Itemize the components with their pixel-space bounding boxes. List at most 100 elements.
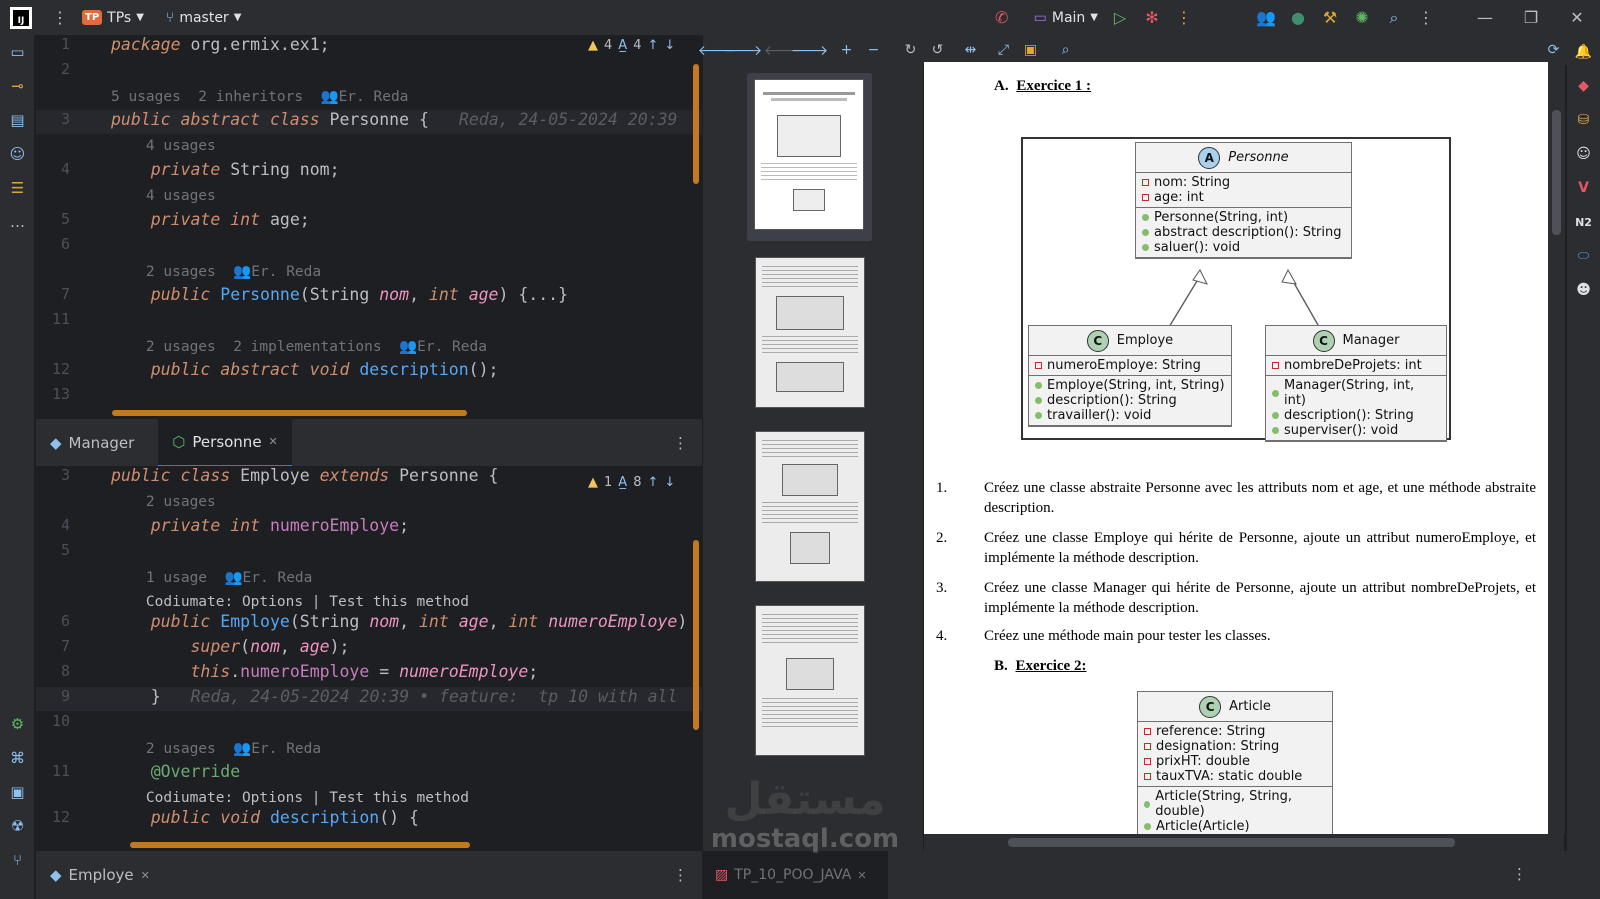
rotate-cw-icon[interactable]: ↻	[897, 35, 924, 65]
code-line[interactable]: 4 private String nom;	[36, 160, 702, 184]
fit-width-icon[interactable]: ⇹	[957, 35, 984, 65]
more-actions-icon[interactable]: ⋮	[1168, 0, 1200, 35]
ai-assistant-icon[interactable]: ✺	[1346, 0, 1378, 35]
n2-icon[interactable]: N2	[1567, 205, 1600, 239]
code-line[interactable]: 2	[36, 60, 702, 84]
editor2-hscrollbar[interactable]	[130, 842, 470, 848]
usages-hint[interactable]: 4 usages	[111, 138, 216, 154]
code-with-me-icon[interactable]: 👥	[1250, 0, 1282, 35]
code-line[interactable]: 8 this.numeroEmploye = numeroEmploye;	[36, 662, 702, 686]
tab-options-icon[interactable]: ⋮	[659, 851, 702, 899]
code-line[interactable]: 4 private int numeroEmploye;	[36, 516, 702, 540]
usages-hint[interactable]: 4 usages	[111, 188, 216, 204]
zoom-in-icon[interactable]: +	[833, 35, 860, 65]
git-icon[interactable]: ⑂	[0, 843, 35, 877]
close-tab-icon[interactable]: ✕	[141, 869, 150, 882]
thumbnail-page-3[interactable]	[755, 431, 865, 582]
ai-chat-icon[interactable]: ☺	[0, 137, 35, 171]
code-line[interactable]: 7 public Personne(String nom, int age) {…	[36, 285, 702, 309]
tab-pdf[interactable]: ▨ TP_10_POO_JAVA ✕	[703, 851, 888, 899]
codiumate-hint[interactable]: Codiumate: Options | Test this method	[111, 790, 469, 806]
plugins-icon[interactable]: ⚙	[0, 707, 35, 741]
close-icon[interactable]: ✕	[1554, 0, 1600, 35]
tab-personne[interactable]: ⬡ Personne ✕	[158, 418, 292, 467]
ai-icon[interactable]: ☺	[1567, 137, 1600, 171]
code-line[interactable]: 9 } Reda, 24-05-2024 20:39 • feature: tp …	[36, 687, 702, 711]
usages-hint[interactable]: 1 usage 👥Er. Reda	[111, 569, 312, 586]
usages-hint[interactable]: 2 usages	[111, 494, 216, 510]
project-icon[interactable]: ▭	[0, 35, 35, 69]
tab-options-icon[interactable]: ⋮	[659, 419, 702, 467]
thumbnail-page-4[interactable]	[755, 605, 865, 756]
thumbnail-page-1[interactable]	[754, 79, 864, 230]
status-dot-icon[interactable]: ●	[1282, 0, 1314, 35]
code-line[interactable]: 5 private int age;	[36, 210, 702, 234]
run-config-selector[interactable]: ▭ Main ▼	[1028, 0, 1104, 35]
pull-requests-icon[interactable]: ▤	[0, 103, 35, 137]
build-tools-icon[interactable]: ⚒	[1314, 0, 1346, 35]
intellij-logo-icon[interactable]: IJ	[10, 6, 32, 29]
code-line[interactable]: 12 public void description() {	[36, 808, 702, 832]
code-line[interactable]: 10	[36, 712, 702, 736]
thumbnail-page-2[interactable]	[755, 257, 865, 408]
pdf-vertical-scrollbar[interactable]	[1548, 62, 1565, 834]
main-menu-icon[interactable]: ⋮	[44, 0, 76, 35]
plugin-red-icon[interactable]: ◆	[1567, 69, 1600, 103]
tab-manager[interactable]: ◆ Manager	[36, 419, 148, 467]
code-line[interactable]: 3 public abstract class Personne {Reda, 2…	[36, 110, 702, 134]
debug-icon[interactable]: ✻	[1136, 0, 1168, 35]
pdf-search-icon[interactable]: ⌕	[1052, 35, 1079, 65]
commit-icon[interactable]: ⊸	[0, 69, 35, 103]
run-icon[interactable]: ▷	[1104, 0, 1136, 35]
arrow-up-icon[interactable]: ↑	[647, 475, 658, 490]
database-icon[interactable]: ⛁	[1567, 103, 1600, 137]
tab-options-icon[interactable]: ⋮	[1512, 865, 1527, 883]
sync-icon[interactable]: ⟳	[1540, 35, 1567, 65]
usages-hint[interactable]: 2 usages 👥Er. Reda	[111, 263, 321, 280]
editor-personne[interactable]: 1 package org.ermix.ex1; 2 5 usages 2 inher…	[36, 35, 702, 418]
pdf-vscroll-thumb[interactable]	[1552, 110, 1561, 235]
minimize-icon[interactable]: —	[1462, 0, 1508, 35]
editor2-scrollbar[interactable]	[693, 540, 699, 730]
more-tools-icon[interactable]: …	[0, 205, 35, 239]
codiumate-hint[interactable]: Codiumate: Options | Test this method	[111, 594, 469, 610]
inspection-widget-bottom[interactable]: ▲ 1 A̲ 8 ↑ ↓	[588, 475, 675, 490]
fit-page-icon[interactable]: ⤢	[990, 35, 1017, 65]
editor-employe[interactable]: 3 public class Employe extends Personne {…	[36, 466, 702, 838]
pdf-horizontal-scrollbar[interactable]	[924, 834, 1564, 851]
project-selector[interactable]: TP TPs ▼	[76, 0, 150, 35]
inspection-widget-top[interactable]: ▲ 4 A̲ 4 ↑ ↓	[588, 38, 675, 53]
settings-icon[interactable]: ⋮	[1410, 0, 1442, 35]
search-icon[interactable]: ⌕	[1378, 0, 1410, 35]
thumbnail-icon[interactable]: ▣	[1017, 35, 1044, 65]
code-line[interactable]: 11 @Override	[36, 762, 702, 786]
close-tab-icon[interactable]: ✕	[269, 435, 278, 448]
code-line[interactable]: 13	[36, 385, 702, 409]
pdf-hscroll-thumb[interactable]	[1008, 838, 1455, 847]
code-line[interactable]: 11	[36, 310, 702, 334]
arrow-up-icon[interactable]: ↑	[647, 38, 658, 53]
next-page-icon[interactable]: 🡒	[791, 35, 829, 65]
arrow-down-icon[interactable]: ↓	[664, 475, 675, 490]
code-line[interactable]: 6 public Employe(String nom, int age, in…	[36, 612, 702, 636]
tab-employe[interactable]: ◆ Employe ✕	[36, 851, 164, 899]
code-line[interactable]: 12 public abstract void description();	[36, 360, 702, 384]
rotate-ccw-icon[interactable]: ↺	[924, 35, 951, 65]
forward-icon[interactable]: 🡒	[725, 35, 763, 65]
branch-selector[interactable]: ⑂ master ▼	[160, 0, 247, 35]
code-line[interactable]: 5	[36, 541, 702, 565]
structure-icon[interactable]: ☰	[0, 171, 35, 205]
copilot-icon[interactable]: ⬭	[1567, 239, 1600, 273]
vue-icon[interactable]: V	[1567, 171, 1600, 205]
notifications-icon[interactable]: 🔔	[1567, 35, 1600, 69]
terminal-icon[interactable]: ▣	[0, 775, 35, 809]
zoom-out-icon[interactable]: −	[860, 35, 887, 65]
usages-hint[interactable]: 2 usages 👥Er. Reda	[111, 740, 321, 757]
code-line[interactable]: 7 super(nom, age);	[36, 637, 702, 661]
services-icon[interactable]: ⌘	[0, 741, 35, 775]
usages-hint[interactable]: 5 usages 2 inheritors 👥Er. Reda	[111, 88, 408, 105]
usages-hint[interactable]: 2 usages 2 implementations 👥Er. Reda	[111, 338, 487, 355]
phone-icon[interactable]: ✆	[986, 0, 1018, 35]
arrow-down-icon[interactable]: ↓	[664, 38, 675, 53]
editor1-hscrollbar[interactable]	[112, 410, 467, 416]
